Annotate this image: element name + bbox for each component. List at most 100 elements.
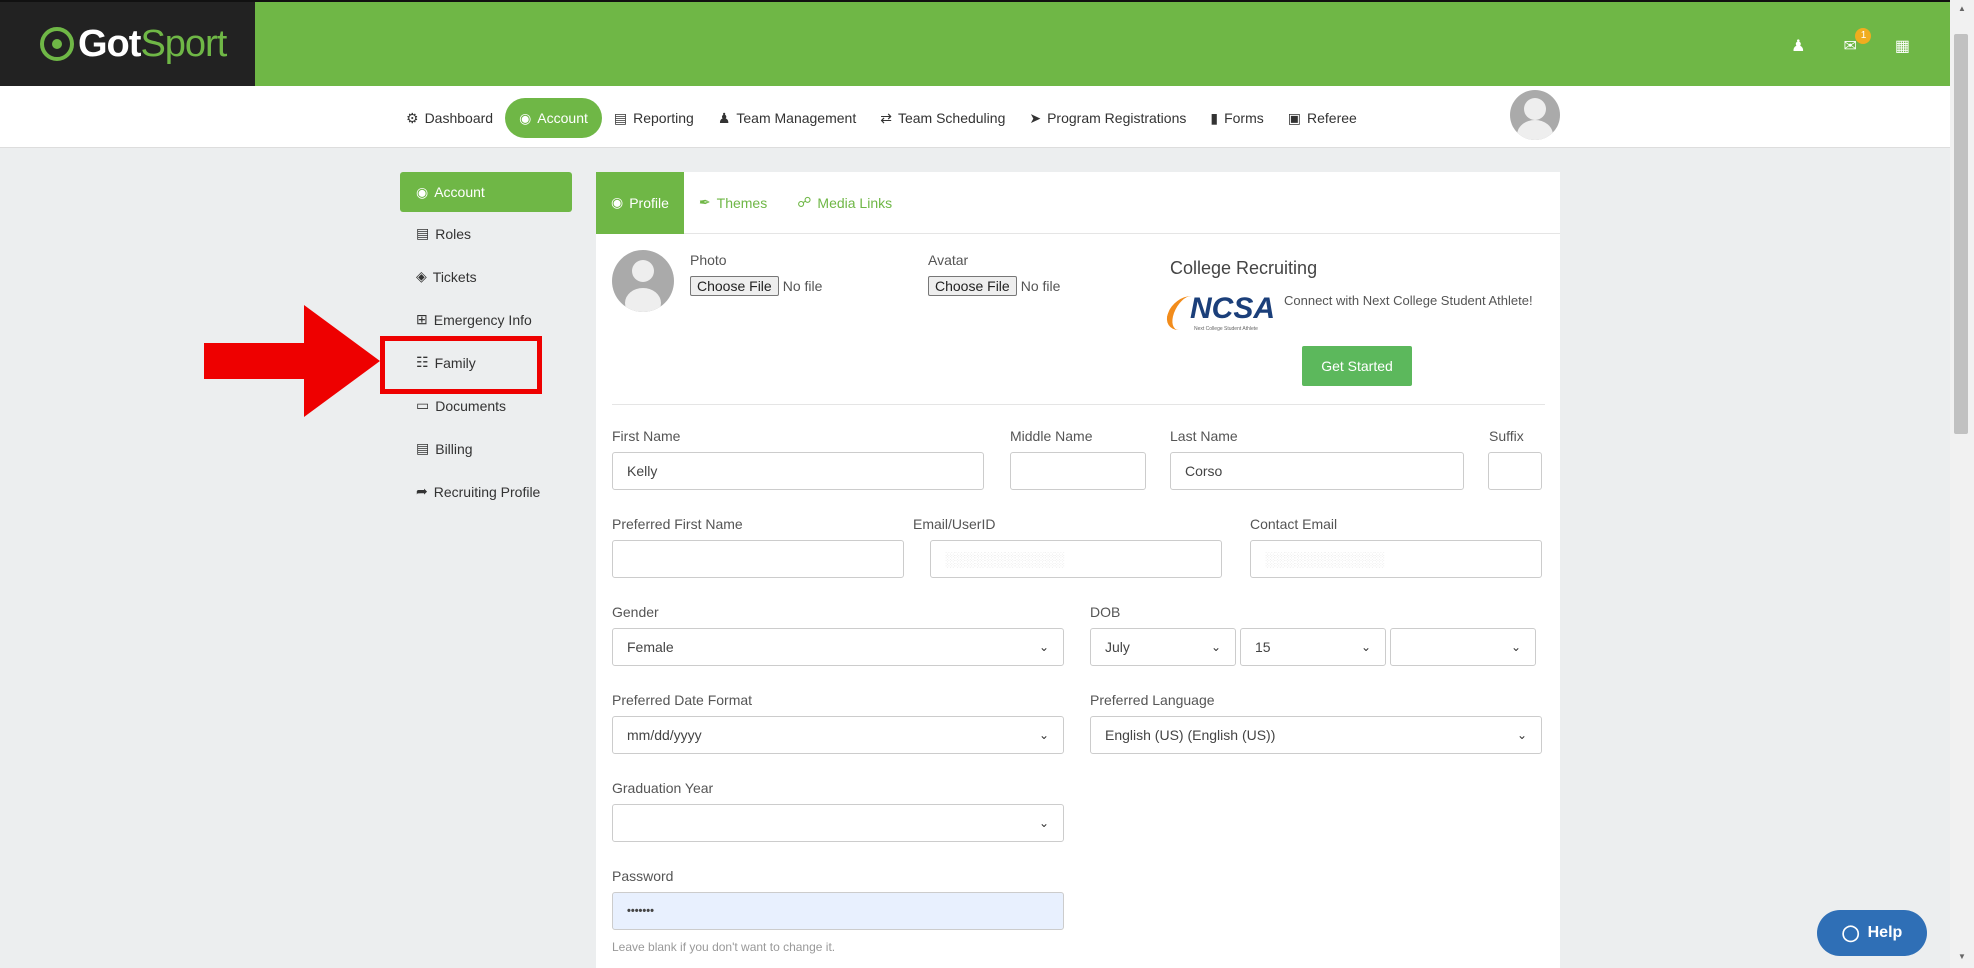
nav-team-scheduling[interactable]: ⇄ Team Scheduling [868,98,1017,138]
nav-forms[interactable]: ▮ Forms [1198,98,1275,138]
get-started-button[interactable]: Get Started [1302,346,1412,386]
password-input[interactable]: ••••••• [612,892,1064,930]
sidebar-item-tickets[interactable]: ◈ Tickets [400,255,572,298]
contact-email-input[interactable]: ░░░░░░░░░░░░ [1250,540,1542,578]
user-circle-icon: ◉ [416,183,429,200]
sidebar-item-label: Billing [435,440,473,457]
user-icon[interactable]: ♟ [1791,36,1805,56]
ncsa-logo-text: NCSA [1190,292,1276,325]
nav-dashboard[interactable]: ⚙ Dashboard [394,98,505,138]
id-card-icon: ▤ [416,225,430,241]
first-name-input[interactable]: Kelly [612,452,984,490]
dob-day-value: 15 [1255,639,1271,655]
scroll-up-arrow-icon[interactable]: ▲ [1958,4,1966,13]
password-label: Password [612,868,674,884]
sidebar-item-billing[interactable]: ▤ Billing [400,427,572,470]
sidebar-item-account[interactable]: ◉ Account [400,172,572,212]
suffix-label: Suffix [1489,428,1524,444]
mail-icon[interactable]: ✉ 1 [1843,28,1872,56]
photo-choose-file-button[interactable]: Choose File [690,276,779,296]
help-label: Help [1867,924,1903,941]
middle-name-input[interactable] [1010,452,1146,490]
nav-account[interactable]: ◉ Account [505,98,602,138]
nav-label: Reporting [633,110,694,126]
tachometer-icon: ⚙ [406,109,419,126]
first-name-label: First Name [612,428,681,444]
dob-month-select[interactable]: July ⌄ [1090,628,1236,666]
photo-upload: Choose File No file [690,276,822,296]
chevron-down-icon: ⌄ [1038,816,1049,830]
chevron-down-icon: ⌄ [1516,728,1527,742]
chevron-down-icon: ⌄ [1038,728,1049,742]
sidebar-item-label: Roles [435,225,472,242]
nav-label: Dashboard [424,110,494,126]
main-nav: ⚙ Dashboard ◉ Account ▤ Reporting ♟ Team Man… [0,86,1950,148]
graduation-year-label: Graduation Year [612,780,714,796]
profile-tabs: ◉ Profile ✒ Themes ☍ Media Links [596,171,1560,234]
photo-file-status: No file [782,278,823,294]
nav-referee[interactable]: ▣ Referee [1276,98,1369,138]
sidebar-item-recruiting-profile[interactable]: ➦ Recruiting Profile [400,470,572,513]
scroll-down-arrow-icon[interactable]: ▼ [1958,952,1966,961]
gender-select[interactable]: Female ⌄ [612,628,1064,666]
gender-label: Gender [612,604,659,620]
user-circle-icon: ◉ [611,194,624,210]
profile-photo-avatar [612,250,674,312]
tab-media-links[interactable]: ☍ Media Links [782,172,907,234]
chevron-down-icon: ⌄ [1510,640,1521,654]
paper-plane-icon: ➤ [1029,109,1042,126]
help-button[interactable]: ◯ Help [1817,910,1927,956]
gender-value: Female [627,639,674,655]
preferred-language-select[interactable]: English (US) (English (US)) ⌄ [1090,716,1542,754]
tab-label: Media Links [817,194,893,211]
email-userid-input[interactable]: ░░░░░░░░░░░░ [930,540,1222,578]
sidebar-item-roles[interactable]: ▤ Roles [400,212,572,255]
tab-profile[interactable]: ◉ Profile [596,171,684,234]
email-userid-label: Email/UserID [913,516,996,532]
dob-day-select[interactable]: 15 ⌄ [1240,628,1386,666]
chevron-down-icon: ⌄ [1038,640,1049,654]
nav-program-registrations[interactable]: ➤ Program Registrations [1017,98,1198,138]
nav-reporting[interactable]: ▤ Reporting [602,98,706,138]
graduation-year-select[interactable]: ⌄ [612,804,1064,842]
file-icon: ▤ [613,109,628,126]
redacted-value: ░░░░░░░░░░░░ [1265,551,1385,567]
chevron-down-icon: ⌄ [1210,640,1221,654]
preferred-first-name-input[interactable] [612,540,904,578]
sidebar-item-label: Account [434,184,485,200]
nav-label: Team Management [736,110,857,126]
sidebar-item-label: Recruiting Profile [433,483,541,500]
ncsa-logo: NCSA Next College Student Athlete [1161,292,1278,334]
profile-card: ◉ Profile ✒ Themes ☍ Media Links Photo Choo… [596,171,1560,968]
dob-label: DOB [1090,604,1121,620]
user-avatar[interactable] [1510,90,1560,140]
last-name-input[interactable]: Corso [1170,452,1464,490]
credit-card-icon: ▤ [416,440,430,456]
calendar-icon: ▣ [1287,109,1301,126]
avatar-choose-file-button[interactable]: Choose File [928,276,1017,296]
share-icon: ➦ [416,483,428,499]
date-format-value: mm/dd/yyyy [627,727,702,743]
file-solid-icon: ▮ [1210,109,1219,126]
dob-year-select[interactable]: ⌄ [1390,628,1536,666]
sidebar-item-label: Emergency Info [433,311,532,328]
page-scrollbar[interactable]: ▲ ▼ [1950,0,1974,968]
last-name-label: Last Name [1170,428,1238,444]
sidebar-item-emergency-info[interactable]: ⊞ Emergency Info [400,298,572,341]
password-help-text: Leave blank if you don't want to change … [612,940,836,954]
exchange-icon: ⇄ [880,109,892,126]
apps-grid-icon[interactable]: ▦ [1895,36,1910,56]
college-recruiting-title: College Recruiting [1170,258,1318,278]
tab-themes[interactable]: ✒ Themes [684,172,782,234]
ncsa-logo-tagline: Next College Student Athlete [1194,326,1258,332]
nav-team-management[interactable]: ♟ Team Management [706,98,868,138]
user-circle-icon: ◉ [519,109,532,126]
link-icon: ☍ [797,194,812,210]
folder-open-icon: ▭ [416,397,430,413]
scrollbar-thumb[interactable] [1954,34,1968,434]
suffix-input[interactable] [1488,452,1542,490]
date-format-label: Preferred Date Format [612,692,753,708]
gotsport-logo[interactable]: GotSport [0,2,255,86]
nav-label: Team Scheduling [897,110,1006,126]
date-format-select[interactable]: mm/dd/yyyy ⌄ [612,716,1064,754]
